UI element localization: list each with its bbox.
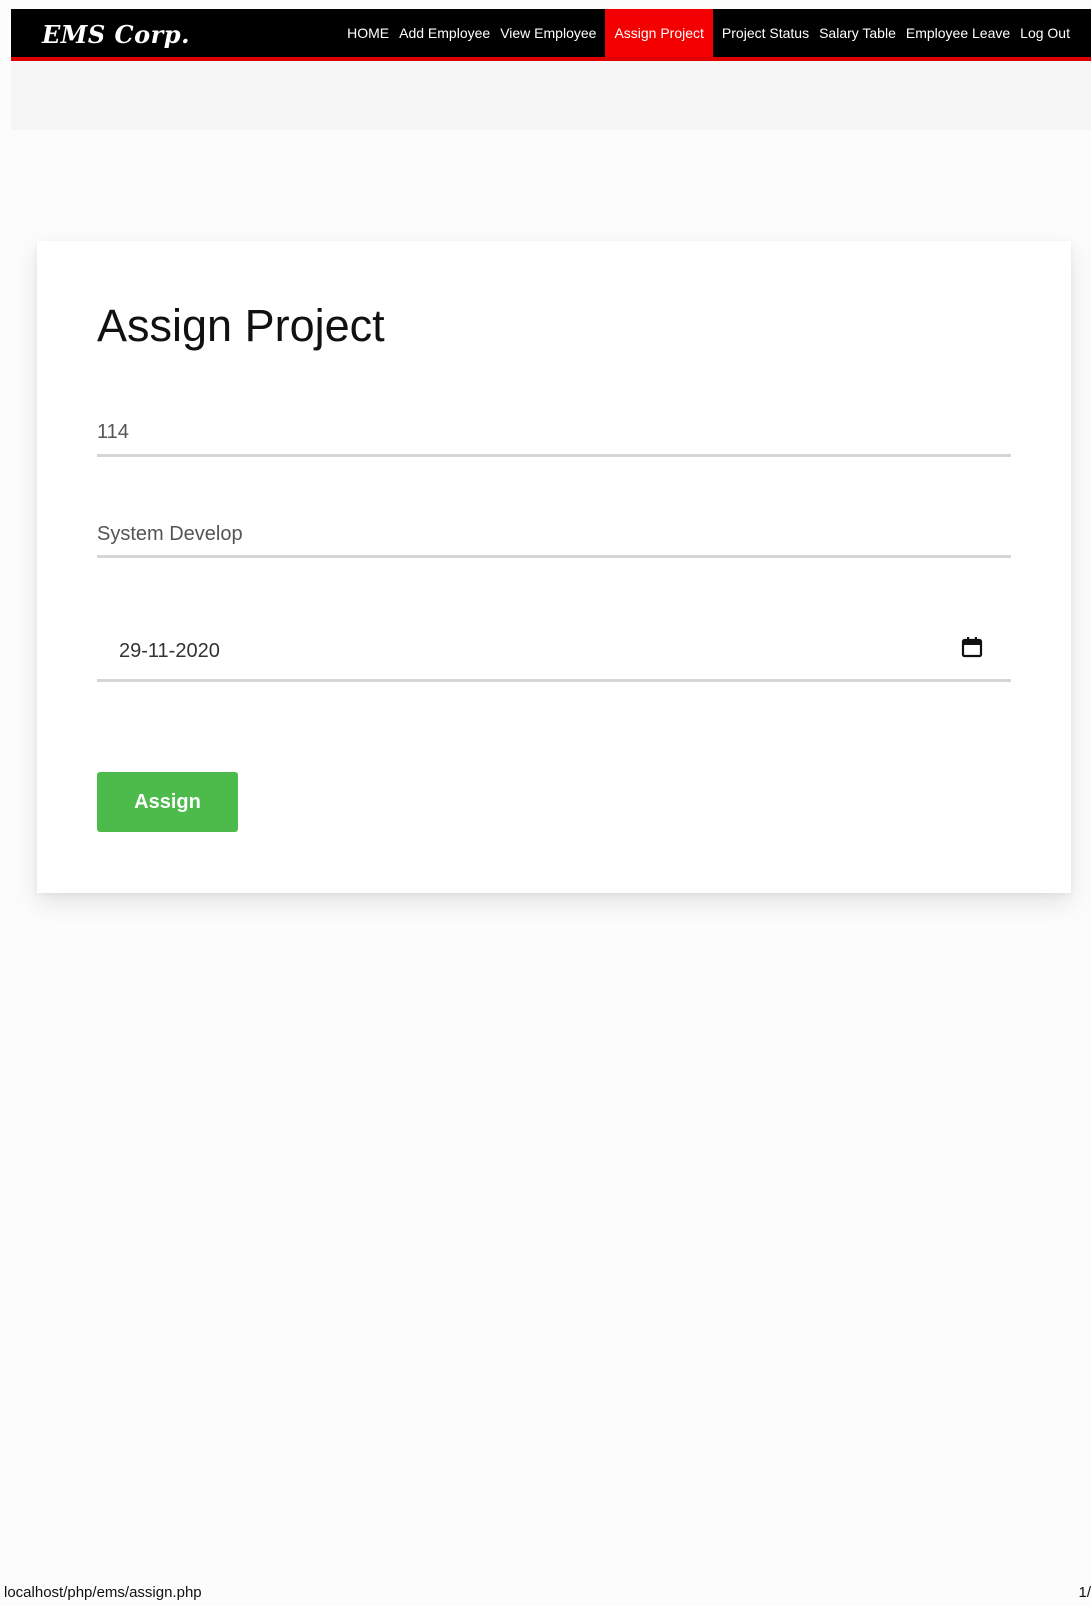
header-band	[11, 61, 1091, 130]
project-name-value: System Develop	[97, 523, 243, 545]
nav-link-view-employee[interactable]: View Employee	[495, 9, 601, 57]
nav-links: HOME Add Employee View Employee Assign P…	[342, 9, 1075, 57]
page-title: Assign Project	[97, 300, 385, 351]
nav-link-log-out[interactable]: Log Out	[1015, 9, 1075, 57]
due-date-field[interactable]: 29-11-2020	[97, 615, 1011, 682]
nav-link-salary-table[interactable]: Salary Table	[814, 9, 901, 57]
assign-project-card: Assign Project 114 System Develop 29-11-…	[37, 241, 1071, 893]
project-name-field[interactable]: System Develop	[97, 511, 1011, 558]
assign-button[interactable]: Assign	[97, 772, 238, 832]
nav-link-employee-leave[interactable]: Employee Leave	[901, 9, 1015, 57]
page-url: localhost/php/ems/assign.php	[4, 1584, 202, 1601]
navbar: EMS Corp. HOME Add Employee View Employe…	[11, 9, 1091, 61]
page-number: 1/	[1078, 1584, 1091, 1601]
nav-link-add-employee[interactable]: Add Employee	[394, 9, 495, 57]
employee-id-value: 114	[97, 421, 129, 443]
nav-link-project-status[interactable]: Project Status	[717, 9, 814, 57]
employee-id-field[interactable]: 114	[97, 409, 1011, 457]
calendar-icon[interactable]	[961, 636, 983, 658]
site-logo[interactable]: EMS Corp.	[42, 21, 190, 49]
nav-link-assign-project[interactable]: Assign Project	[605, 9, 713, 57]
nav-link-home[interactable]: HOME	[342, 9, 394, 57]
due-date-value: 29-11-2020	[119, 640, 220, 662]
